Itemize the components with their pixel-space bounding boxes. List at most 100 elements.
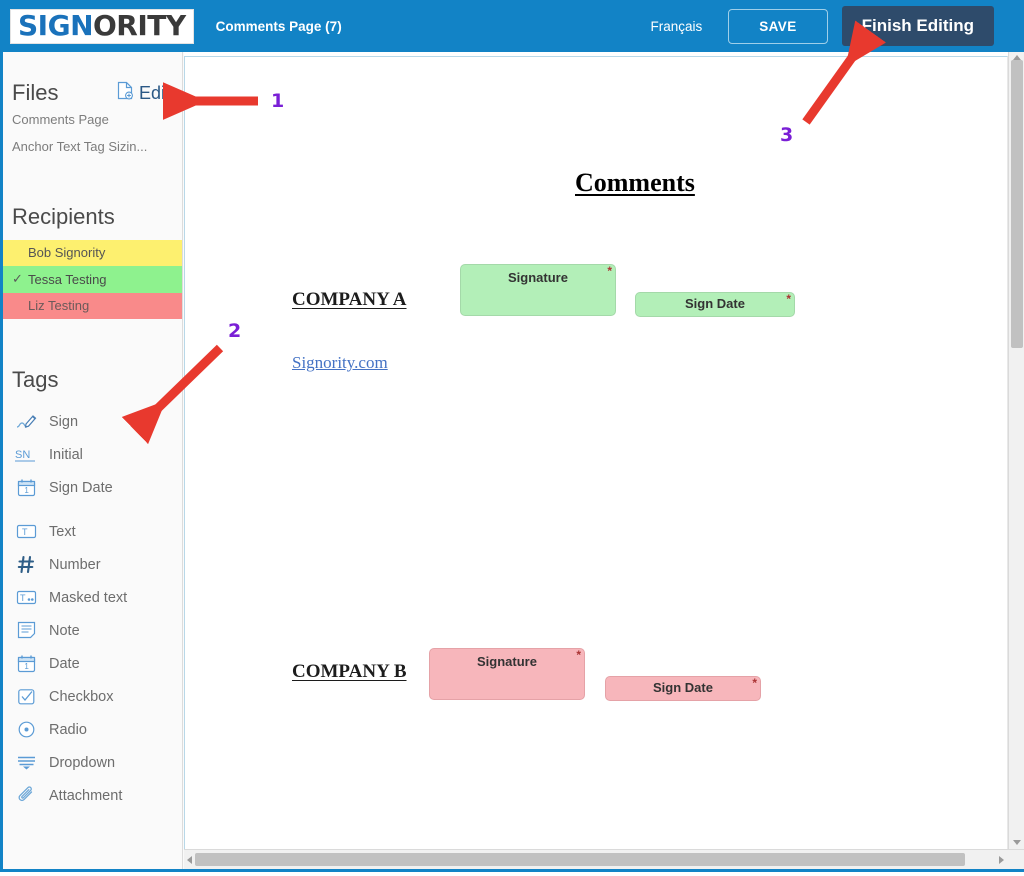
tags-title: Tags [12,367,59,392]
recipients-header: Recipients [3,160,182,230]
logo-text-ority: ORITY [93,8,186,42]
tags-list: Sign SN Initial 1 Sign Date T Text Numbe… [3,405,182,812]
scroll-down-arrow-icon[interactable] [1013,840,1021,845]
tag-item-label: Attachment [49,787,123,804]
calendar-signdate-icon: 1 [14,477,38,499]
tags-header: Tags [3,319,182,393]
calendar-date-icon: 1 [14,653,38,675]
files-header: Files Edit [3,52,182,106]
tag-item-initial[interactable]: SN Initial [3,438,182,471]
svg-text:1: 1 [24,486,29,495]
tag-item-label: Date [49,655,80,672]
tag-item-attachment[interactable]: Attachment [3,779,182,812]
tag-item-dropdown[interactable]: Dropdown [3,746,182,779]
edit-files-link[interactable]: Edit [117,81,170,105]
finish-editing-button[interactable]: Finish Editing [841,6,994,46]
required-asterisk: * [607,264,612,278]
recipient-name: Liz Testing [28,298,90,313]
document-tag-label: Signature [477,654,537,669]
recipients-list: Bob Signority ✓ Tessa Testing Liz Testin… [3,240,182,319]
horizontal-scrollbar[interactable] [184,849,1024,869]
tag-item-label: Number [49,556,101,573]
tag-item-checkbox[interactable]: Checkbox [3,680,182,713]
editor-frame: Files Edit Comments Page Anchor Text Tag… [0,52,1024,872]
signature-pen-icon [14,411,38,433]
tag-item-radio[interactable]: Radio [3,713,182,746]
left-sidebar: Files Edit Comments Page Anchor Text Tag… [3,52,183,869]
document-tag-label: Sign Date [653,680,713,695]
files-list: Comments Page Anchor Text Tag Sizin... [3,106,182,160]
document-tag-label: Sign Date [685,296,745,311]
logo-text-sign: SIGN [18,8,94,42]
company-b-heading: COMPANY B [292,661,407,682]
radio-icon [14,719,38,741]
top-bar-actions: Français SAVE Finish Editing [650,6,994,46]
svg-text:T: T [20,593,26,603]
required-asterisk: * [752,676,757,690]
tag-item-sign[interactable]: Sign [3,405,182,438]
document-add-icon [117,81,134,105]
recipient-item-bob-signority[interactable]: Bob Signority [3,240,182,266]
tag-item-date[interactable]: 1 Date [3,647,182,680]
signority-editor-app: SIGNORITY Comments Page (7) Français SAV… [0,0,1024,876]
file-item[interactable]: Anchor Text Tag Sizin... [3,133,182,160]
signority-logo[interactable]: SIGNORITY [10,8,194,44]
document-title: Comments Page (7) [215,18,342,34]
paperclip-icon [14,785,38,807]
tag-item-label: Initial [49,446,83,463]
recipient-item-liz-testing[interactable]: Liz Testing [3,293,182,319]
required-asterisk: * [786,292,791,306]
company-a-heading: COMPANY A [292,289,407,310]
tag-item-label: Sign Date [49,479,113,496]
vertical-scroll-thumb[interactable] [1011,60,1023,348]
tag-item-label: Dropdown [49,754,116,771]
dropdown-icon [14,752,38,774]
checkbox-icon [14,686,38,708]
language-toggle-french[interactable]: Français [650,19,702,34]
tag-item-label: Note [49,622,80,639]
svg-text:T: T [22,527,28,537]
signority-com-link[interactable]: Signority.com [292,353,388,373]
document-tag-signature-green[interactable]: Signature * [460,264,616,316]
tag-item-masked-text[interactable]: T Masked text [3,581,182,614]
vertical-scrollbar[interactable] [1008,52,1024,849]
document-viewport[interactable]: Comments COMPANY A Signority.com COMPANY… [184,52,1024,869]
files-title: Files [12,80,59,105]
tag-item-label: Checkbox [49,688,114,705]
document-tag-signdate-pink[interactable]: Sign Date * [605,676,761,701]
save-button[interactable]: SAVE [728,8,828,44]
tag-item-label: Sign [49,413,79,430]
svg-text:SN: SN [15,449,30,461]
horizontal-scroll-thumb[interactable] [195,853,965,866]
number-hash-icon [14,554,38,576]
tag-item-sign-date[interactable]: 1 Sign Date [3,471,182,504]
tag-item-label: Masked text [49,589,128,606]
svg-text:1: 1 [24,662,29,671]
recipient-name: Tessa Testing [28,271,107,287]
scroll-left-arrow-icon[interactable] [187,856,192,864]
document-tag-signdate-green[interactable]: Sign Date * [635,292,795,317]
annotation-number-1: 1 [271,90,285,112]
tag-item-label: Text [49,523,76,540]
note-icon [14,620,38,642]
tag-item-label: Radio [49,721,87,738]
document-page[interactable]: Comments COMPANY A Signority.com COMPANY… [184,56,1008,851]
tag-item-note[interactable]: Note [3,614,182,647]
file-item[interactable]: Comments Page [3,106,182,133]
annotation-number-2: 2 [228,320,242,342]
recipient-name: Bob Signority [28,245,106,260]
top-bar: SIGNORITY Comments Page (7) Français SAV… [0,0,1024,52]
required-asterisk: * [576,648,581,662]
recipients-title: Recipients [12,204,115,229]
document-tag-signature-pink[interactable]: Signature * [429,648,585,700]
tag-item-text[interactable]: T Text [3,515,182,548]
tag-item-number[interactable]: Number [3,548,182,581]
text-field-icon: T [14,521,38,543]
annotation-number-3: 3 [780,124,794,146]
edit-files-label: Edit [138,82,170,103]
tag-group-divider [3,504,182,515]
recipient-item-tessa-testing[interactable]: ✓ Tessa Testing [3,266,182,293]
document-heading: Comments [575,168,695,197]
scroll-right-arrow-icon[interactable] [999,856,1004,864]
recipient-check: ✓ [12,271,23,286]
